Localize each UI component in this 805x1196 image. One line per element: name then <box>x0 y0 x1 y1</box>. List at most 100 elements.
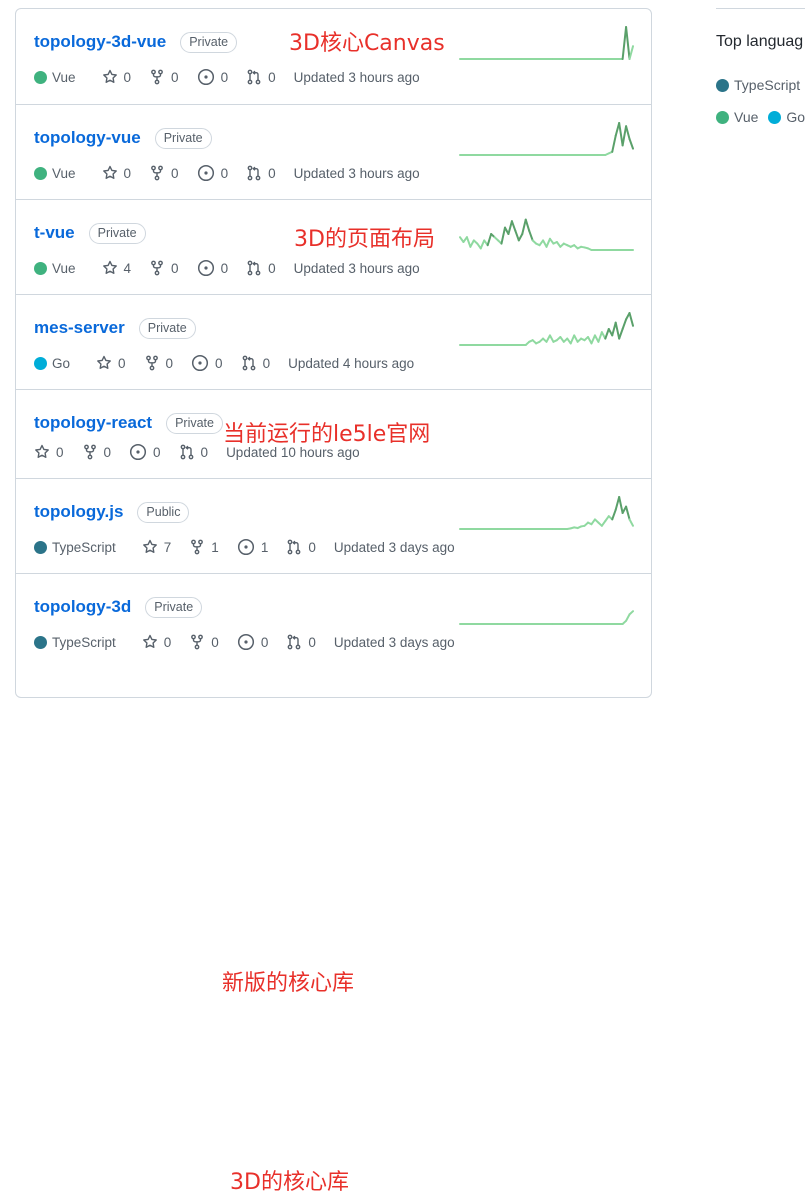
top-languages-panel: Top languag TypeScript Vue Go <box>716 8 805 139</box>
repo-row: topology-react Private 0 0 0 0 Updated 10 hour… <box>16 389 651 478</box>
repo-row: topology-3d-vue Private Vue 0 0 0 0 Updated 3 h… <box>16 9 651 104</box>
repo-name-link[interactable]: topology-vue <box>34 128 141 148</box>
stars-count[interactable]: 0 <box>96 355 126 371</box>
sparkline-segment <box>545 237 551 248</box>
issues-count[interactable]: 0 <box>197 164 228 182</box>
repo-language: TypeScript <box>34 540 116 555</box>
pulls-count[interactable]: 0 <box>286 539 316 555</box>
language-legend-row-1: TypeScript <box>716 77 805 93</box>
issues-count[interactable]: 0 <box>129 443 161 461</box>
pulls-count[interactable]: 0 <box>246 69 276 85</box>
visibility-badge: Private <box>166 412 223 434</box>
issue-icon <box>237 538 255 556</box>
issues-count-value: 0 <box>260 634 269 650</box>
language-color-dot <box>34 635 47 649</box>
repo-title-line: t-vue Private <box>34 220 146 246</box>
sparkline-segment <box>590 334 596 345</box>
issues-count[interactable]: 0 <box>191 354 223 372</box>
sparkline-segment <box>621 26 628 60</box>
stars-count[interactable]: 4 <box>102 260 132 276</box>
pulls-count[interactable]: 0 <box>179 444 208 460</box>
stars-count[interactable]: 0 <box>102 165 131 181</box>
stars-count[interactable]: 0 <box>142 634 171 650</box>
legend-go[interactable]: Go <box>768 109 805 125</box>
forks-count[interactable]: 0 <box>82 444 112 460</box>
pull-icon <box>246 165 262 181</box>
stars-count[interactable]: 0 <box>102 69 131 85</box>
pulls-count-value: 0 <box>268 165 276 181</box>
fork-icon <box>189 539 205 555</box>
repo-name-link[interactable]: topology-3d <box>34 597 131 617</box>
red-annotation: 3D的核心库 <box>230 1170 349 1195</box>
pulls-count[interactable]: 0 <box>286 634 316 650</box>
issues-count[interactable]: 0 <box>237 633 269 651</box>
legend-typescript[interactable]: TypeScript <box>716 77 800 93</box>
repo-meta-line: Go 0 0 0 0 Updated 4 hours ago <box>34 353 414 373</box>
typescript-color-dot <box>716 78 729 92</box>
pulls-count-value: 0 <box>268 260 276 276</box>
legend-label-vue: Vue <box>734 109 759 125</box>
activity-sparkline <box>459 496 634 530</box>
language-legend-row-2: Vue Go <box>716 109 805 125</box>
pulls-count[interactable]: 0 <box>246 260 276 276</box>
issues-count[interactable]: 1 <box>237 538 268 556</box>
visibility-badge: Private <box>145 596 203 618</box>
pulls-count[interactable]: 0 <box>241 355 270 371</box>
repo-row: topology-vue Private Vue 0 0 0 0 Updated 3 hour… <box>16 104 651 252</box>
repo-language: TypeScript <box>34 635 116 650</box>
activity-sparkline <box>459 218 634 251</box>
issues-count-value: 0 <box>153 444 161 460</box>
sparkline-segment <box>486 233 493 247</box>
star-icon <box>102 69 118 85</box>
sparkline-segment <box>628 138 634 150</box>
forks-count[interactable]: 0 <box>149 165 179 181</box>
issues-count[interactable]: 0 <box>197 259 229 277</box>
star-icon <box>102 165 118 181</box>
star-icon <box>142 634 158 650</box>
star-icon <box>96 355 112 371</box>
fork-icon <box>189 634 205 650</box>
issues-count-value: 0 <box>220 260 229 276</box>
forks-count[interactable]: 1 <box>189 539 219 555</box>
repo-name-link[interactable]: topology.js <box>34 502 123 522</box>
red-annotation: 新版的核心库 <box>222 971 355 996</box>
vue-color-dot <box>716 110 729 124</box>
repo-name-link[interactable]: topology-3d-vue <box>34 32 166 52</box>
forks-count[interactable]: 0 <box>149 69 179 85</box>
forks-count-value: 0 <box>103 444 112 460</box>
updated-timestamp: Updated 3 hours ago <box>293 165 420 181</box>
sparkline-segment <box>621 125 628 147</box>
forks-count-value: 0 <box>171 260 179 276</box>
language-color-dot <box>34 540 47 554</box>
forks-count-value: 0 <box>211 634 219 650</box>
language-name: Vue <box>52 165 76 181</box>
updated-timestamp: Updated 3 hours ago <box>293 260 420 276</box>
visibility-badge: Private <box>154 127 212 149</box>
pull-icon <box>246 69 262 85</box>
sparkline-segment <box>465 236 472 248</box>
forks-count[interactable]: 0 <box>149 260 179 276</box>
repo-name-link[interactable]: t-vue <box>34 223 75 243</box>
forks-count[interactable]: 0 <box>189 634 219 650</box>
language-name: TypeScript <box>52 634 116 650</box>
repo-language: Vue <box>34 70 76 85</box>
issues-count[interactable]: 0 <box>197 68 228 86</box>
repo-name-link[interactable]: topology-react <box>34 413 152 433</box>
sparkline-segment <box>614 321 621 340</box>
legend-label-go: Go <box>786 109 805 125</box>
activity-sparkline <box>459 26 634 60</box>
sparkline-segment <box>569 334 576 345</box>
pulls-count-value: 0 <box>308 634 316 650</box>
sparkline-segment <box>597 331 603 343</box>
repo-name-link[interactable]: mes-server <box>34 318 125 338</box>
repo-row: mes-server Private Go 0 0 0 0 Updated 4 hours a… <box>16 294 651 389</box>
stars-count[interactable]: 0 <box>34 444 64 460</box>
sparkline-segment <box>469 239 475 248</box>
fork-icon <box>144 355 160 371</box>
language-color-dot <box>34 70 47 84</box>
stars-count[interactable]: 7 <box>142 539 171 555</box>
pulls-count[interactable]: 0 <box>246 165 276 181</box>
legend-vue[interactable]: Vue <box>716 109 758 125</box>
forks-count[interactable]: 0 <box>144 355 173 371</box>
stars-count-value: 4 <box>123 260 132 276</box>
